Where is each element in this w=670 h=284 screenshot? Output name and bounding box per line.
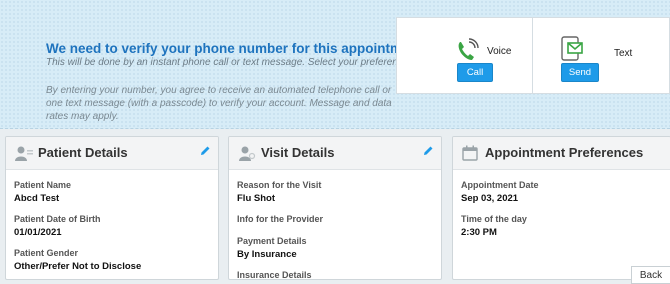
appointment-time-value: 2:30 PM	[461, 227, 497, 238]
text-label: Text	[614, 48, 633, 59]
verification-banner: We need to verify your phone number for …	[0, 0, 670, 129]
voice-label: Voice	[487, 46, 512, 57]
text-method: Text Send	[533, 18, 668, 93]
appointment-preferences-header: Appointment Preferences	[453, 137, 670, 170]
visit-details-card: Visit Details Reason for the Visit Flu S…	[228, 136, 442, 280]
verification-methods: Voice Call Text Send	[396, 17, 670, 94]
visit-payment-value: By Insurance	[237, 249, 297, 260]
patient-dob-value: 01/01/2021	[14, 227, 62, 238]
appointment-date-label: Appointment Date	[461, 180, 539, 190]
call-button[interactable]: Call	[457, 63, 493, 82]
patient-name-label: Patient Name	[14, 180, 72, 190]
visit-details-header: Visit Details	[229, 137, 441, 170]
visit-info-label: Info for the Provider	[237, 214, 324, 224]
visit-insurance-label: Insurance Details	[237, 270, 312, 280]
patient-dob-label: Patient Date of Birth	[14, 214, 101, 224]
patient-name-value: Abcd Test	[14, 193, 60, 204]
appointment-preferences-title: Appointment Preferences	[485, 145, 644, 160]
edit-visit-icon[interactable]	[422, 144, 434, 162]
voice-method: Voice Call	[397, 18, 533, 93]
calendar-icon	[462, 145, 478, 166]
patient-details-header: Patient Details	[6, 137, 218, 170]
visit-details-title: Visit Details	[261, 145, 335, 160]
appointment-date-value: Sep 03, 2021	[461, 193, 519, 204]
user-icon	[15, 145, 33, 166]
verification-title: We need to verify your phone number for …	[46, 41, 423, 56]
patient-details-card: Patient Details Patient Name Abcd Test P…	[5, 136, 219, 280]
visit-reason-value: Flu Shot	[237, 193, 275, 204]
patient-gender-value: Other/Prefer Not to Disclose	[14, 261, 142, 272]
send-button[interactable]: Send	[561, 63, 599, 82]
visit-reason-label: Reason for the Visit	[237, 180, 322, 190]
appointment-preferences-card: Appointment Preferences Appointment Date…	[452, 136, 670, 280]
visit-payment-label: Payment Details	[237, 236, 307, 246]
patient-gender-label: Patient Gender	[14, 248, 79, 258]
doctor-icon	[238, 145, 256, 166]
verification-consent: By entering your number, you agree to re…	[46, 85, 392, 122]
edit-patient-icon[interactable]	[199, 144, 211, 162]
patient-details-title: Patient Details	[38, 145, 128, 160]
back-button[interactable]: Back	[631, 266, 670, 284]
appointment-time-label: Time of the day	[461, 214, 527, 224]
verification-subtitle: This will be done by an instant phone ca…	[46, 57, 412, 68]
